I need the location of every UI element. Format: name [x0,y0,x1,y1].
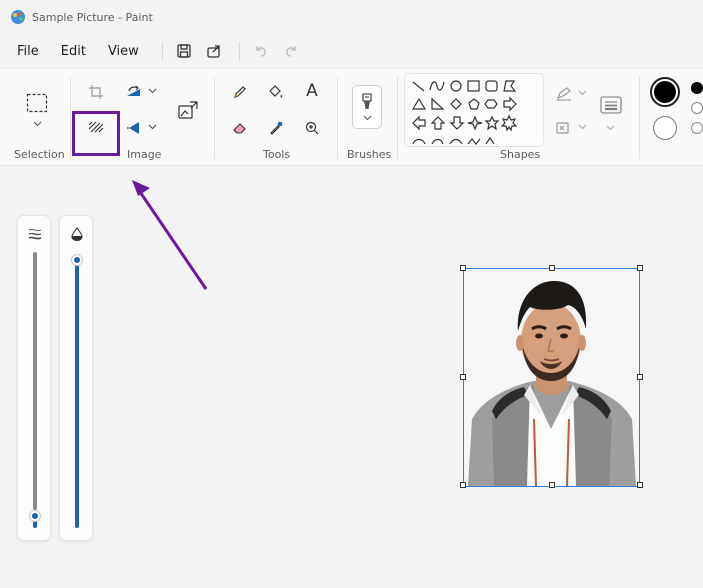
flip-button[interactable] [122,117,146,139]
resize-handle-top-right[interactable] [637,265,643,271]
annotation-arrow [132,180,208,290]
line-weight-icon [600,96,622,114]
zoom-in-icon [305,121,319,135]
eraser-button[interactable] [228,117,252,139]
ribbon-divider [639,77,640,159]
color-picker-button[interactable] [264,117,288,139]
ribbon-divider [214,77,215,159]
redo-button[interactable] [278,39,304,63]
opacity-drop-icon [71,227,83,242]
brush-size-slider[interactable] [17,215,51,541]
pencil-button[interactable] [228,81,252,103]
resize-handle-right[interactable] [637,374,643,380]
primary-color-swatch[interactable] [650,77,680,107]
rectangle-select-icon [26,93,48,113]
chevron-down-icon [363,115,371,121]
text-button[interactable]: A [300,79,324,103]
window-title: Sample Picture - Paint [32,10,153,24]
slider-thumb[interactable] [71,254,83,266]
ribbon-divider [337,77,338,159]
shapes-palette-icon [411,80,518,145]
resize-button[interactable] [174,97,202,123]
resize-handle-bottom[interactable] [549,482,555,488]
eraser-icon [233,123,246,134]
resize-handle-top-left[interactable] [460,265,466,271]
color-swatch-white[interactable] [691,122,703,134]
rotate-icon [127,85,140,96]
chevron-down-icon[interactable] [148,88,157,94]
crop-button[interactable] [84,81,108,103]
share-button[interactable] [201,39,227,63]
color-swatch-black[interactable] [691,82,703,94]
magnifier-button[interactable] [300,117,324,139]
group-label-tools: Tools [263,148,291,161]
image-selection[interactable] [460,265,643,488]
menu-bar: File Edit View [0,34,703,68]
save-button[interactable] [171,39,197,63]
save-icon [177,44,191,58]
group-label-image: Image [127,148,162,161]
annotation-highlight-box [72,111,120,156]
shape-outline-icon [556,87,571,101]
undo-button[interactable] [248,39,274,63]
slider-track [33,252,37,510]
paint-app-icon [11,10,25,24]
crop-icon [89,85,103,99]
group-label-selection: Selection [14,148,65,161]
paint-bucket-icon [269,85,283,98]
secondary-color-swatch[interactable] [653,116,677,140]
fill-button[interactable] [264,81,288,103]
chevron-down-icon[interactable] [606,125,615,131]
shape-fill-icon [556,122,569,134]
menu-view[interactable]: View [101,40,146,63]
pencil-icon [234,86,246,98]
resize-handle-bottom-left[interactable] [460,482,466,488]
stroke-size-button[interactable] [597,93,625,117]
portrait-photo [464,269,639,487]
menu-edit[interactable]: Edit [54,40,93,63]
title-bar: Sample Picture - Paint [0,0,703,34]
slider-thumb[interactable] [29,510,41,522]
chevron-down-icon[interactable] [148,124,157,130]
shapes-gallery[interactable] [404,73,544,147]
chevron-down-icon[interactable] [33,121,42,127]
undo-icon [256,46,266,57]
flip-icon [127,122,139,134]
ribbon-divider [70,77,71,159]
resize-image-icon [178,101,198,119]
rotate-button[interactable] [122,81,146,103]
chevron-down-icon[interactable] [578,124,587,130]
menu-divider [238,42,240,60]
selection-button[interactable] [24,91,50,115]
brush-icon [362,93,372,109]
fill-style-button[interactable] [552,117,576,139]
color-swatch-white[interactable] [691,102,703,114]
ribbon-divider [397,77,398,159]
resize-handle-bottom-right[interactable] [637,482,643,488]
opacity-slider[interactable] [59,215,93,541]
group-label-brushes: Brushes [347,148,392,161]
resize-handle-top[interactable] [549,265,555,271]
chevron-down-icon[interactable] [578,90,587,96]
outline-button[interactable] [552,83,576,105]
primary-color-fill [654,81,676,103]
resize-handle-left[interactable] [460,374,466,380]
redo-icon [286,46,296,57]
menu-file[interactable]: File [10,40,46,63]
slider-fill [75,260,79,528]
share-icon [207,45,220,58]
stroke-size-icon [28,228,42,240]
brushes-button[interactable] [352,85,382,129]
menu-divider [161,42,163,60]
eyedropper-icon [270,121,283,135]
group-label-shapes: Shapes [500,148,541,161]
